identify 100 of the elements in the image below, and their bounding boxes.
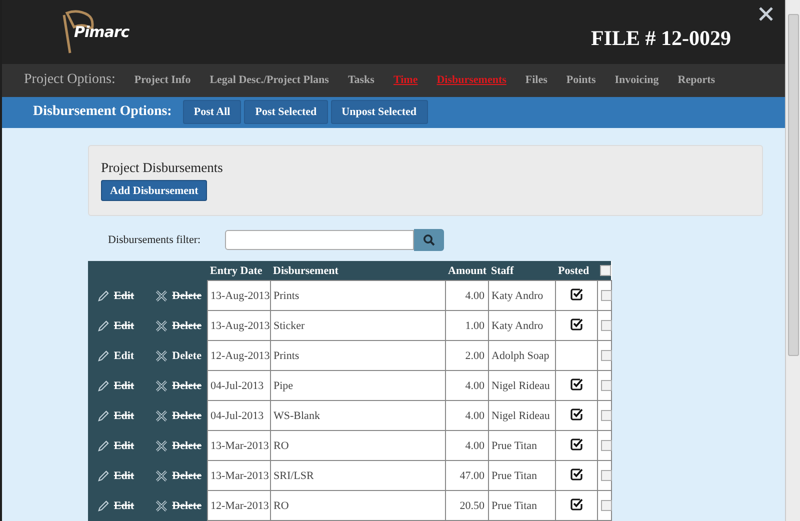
staff-cell: Prue Titan bbox=[488, 460, 555, 490]
amount-cell: 4.00 bbox=[445, 400, 488, 430]
delete-link[interactable]: Delete bbox=[172, 320, 204, 332]
staff-cell: Katy Andro bbox=[488, 280, 555, 310]
search-icon bbox=[423, 234, 435, 246]
cross-icon[interactable] bbox=[155, 318, 168, 332]
delete-link[interactable]: Delete bbox=[172, 470, 204, 482]
nav-link[interactable]: Project Info bbox=[134, 74, 191, 86]
logo-text: Pimarc bbox=[74, 23, 130, 41]
pencil-icon[interactable] bbox=[97, 438, 110, 452]
panel-title: Project Disbursements bbox=[101, 160, 223, 176]
date-cell: 04-Jul-2013 bbox=[207, 400, 270, 430]
row-checkbox[interactable] bbox=[600, 500, 612, 512]
date-cell: 12-Mar-2013 bbox=[207, 490, 270, 520]
pencil-icon[interactable] bbox=[97, 378, 110, 392]
disbursement-cell: SRI/LSR bbox=[270, 460, 445, 490]
date-cell: 04-Jul-2013 bbox=[207, 370, 270, 400]
filter-field[interactable] bbox=[225, 230, 414, 250]
disbursement-options-label: Disbursement Options: bbox=[33, 104, 172, 120]
disbursement-cell: WS-Blank bbox=[270, 400, 445, 430]
amount-cell: 47.00 bbox=[445, 460, 488, 490]
date-cell: 13-Mar-2013 bbox=[207, 430, 270, 460]
cross-icon[interactable] bbox=[155, 438, 168, 452]
nav-link[interactable]: Legal Desc./Project Plans bbox=[210, 74, 329, 86]
edit-link[interactable]: Edit bbox=[114, 290, 146, 302]
disbursement-cell: RO bbox=[270, 430, 445, 460]
cross-icon[interactable] bbox=[155, 468, 168, 482]
row-checkbox[interactable] bbox=[600, 290, 612, 302]
edit-link[interactable]: Edit bbox=[114, 320, 146, 332]
select-all-checkbox[interactable] bbox=[600, 265, 611, 276]
pencil-icon[interactable] bbox=[97, 348, 110, 362]
amount-cell: 1.00 bbox=[445, 310, 488, 340]
search-button[interactable] bbox=[414, 229, 444, 251]
column-header: Staff bbox=[488, 261, 555, 280]
edit-link[interactable]: Edit bbox=[114, 380, 146, 392]
disbursement-cell: Sticker bbox=[270, 310, 445, 340]
cross-icon[interactable] bbox=[155, 378, 168, 392]
cross-icon[interactable] bbox=[155, 408, 168, 422]
filter-label: Disbursements filter: bbox=[108, 234, 202, 246]
staff-cell: Nigel Rideau bbox=[488, 400, 555, 430]
column-header: Posted bbox=[555, 261, 597, 280]
amount-cell: 2.00 bbox=[445, 340, 488, 370]
amount-cell: 4.00 bbox=[445, 280, 488, 310]
file-title: FILE # 12-0029 bbox=[590, 26, 731, 50]
option-button[interactable]: Post All bbox=[182, 100, 242, 124]
delete-link[interactable]: Delete bbox=[172, 290, 204, 302]
date-cell: 13-Mar-2013 bbox=[207, 460, 270, 490]
delete-link[interactable]: Delete bbox=[172, 410, 204, 422]
column-header: Entry Date bbox=[207, 261, 270, 280]
row-checkbox[interactable] bbox=[600, 320, 612, 332]
edit-link[interactable]: Edit bbox=[114, 350, 146, 362]
delete-link[interactable]: Delete bbox=[172, 350, 204, 362]
staff-cell: Nigel Rideau bbox=[488, 370, 555, 400]
nav-link[interactable]: Invoicing bbox=[614, 74, 659, 86]
edit-link[interactable]: Edit bbox=[114, 410, 146, 422]
nav-link[interactable]: Points bbox=[566, 74, 596, 86]
pencil-icon[interactable] bbox=[97, 498, 110, 512]
cross-icon[interactable] bbox=[155, 498, 168, 512]
disbursement-cell: Pipe bbox=[270, 370, 445, 400]
staff-cell: Prue Titan bbox=[488, 490, 555, 520]
staff-cell: Adolph Soap bbox=[488, 340, 555, 370]
amount-cell: 4.00 bbox=[445, 370, 488, 400]
delete-link[interactable]: Delete bbox=[172, 380, 204, 392]
edit-link[interactable]: Edit bbox=[114, 440, 146, 452]
add-disbursement-button[interactable]: Add Disbursement bbox=[101, 180, 208, 201]
cross-icon[interactable] bbox=[155, 288, 168, 302]
amount-cell: 4.00 bbox=[445, 430, 488, 460]
row-checkbox[interactable] bbox=[600, 350, 612, 362]
row-checkbox[interactable] bbox=[600, 470, 612, 482]
staff-cell: Prue Titan bbox=[488, 430, 555, 460]
nav-link[interactable]: Files bbox=[525, 74, 548, 86]
delete-link[interactable]: Delete bbox=[172, 440, 204, 452]
disbursement-cell: Prints bbox=[270, 340, 445, 370]
scrollbar[interactable] bbox=[785, 0, 800, 521]
pencil-icon[interactable] bbox=[97, 468, 110, 482]
cross-icon[interactable] bbox=[155, 348, 168, 362]
nav-link[interactable]: Reports bbox=[678, 74, 716, 86]
edit-link[interactable]: Edit bbox=[114, 470, 146, 482]
row-checkbox[interactable] bbox=[600, 440, 612, 452]
row-checkbox[interactable] bbox=[600, 380, 612, 392]
disbursement-cell: Prints bbox=[270, 280, 445, 310]
project-options-label: Project Options: bbox=[24, 72, 116, 88]
close-icon[interactable] bbox=[759, 7, 773, 21]
pencil-icon[interactable] bbox=[97, 318, 110, 332]
column-header: Amount bbox=[445, 261, 488, 280]
column-header: Disbursement bbox=[270, 261, 445, 280]
edit-link[interactable]: Edit bbox=[114, 500, 146, 512]
delete-link[interactable]: Delete bbox=[172, 500, 204, 512]
pencil-icon[interactable] bbox=[97, 408, 110, 422]
option-button[interactable]: Post Selected bbox=[244, 100, 328, 124]
row-checkbox[interactable] bbox=[600, 410, 612, 422]
amount-cell: 20.50 bbox=[445, 490, 488, 520]
option-button[interactable]: Unpost Selected bbox=[330, 100, 428, 124]
pencil-icon[interactable] bbox=[97, 288, 110, 302]
date-cell: 12-Aug-2013 bbox=[207, 340, 270, 370]
staff-cell: Katy Andro bbox=[488, 310, 555, 340]
date-cell: 13-Aug-2013 bbox=[207, 280, 270, 310]
disbursement-cell: RO bbox=[270, 490, 445, 520]
nav-link[interactable]: Tasks bbox=[348, 74, 374, 86]
date-cell: 13-Aug-2013 bbox=[207, 310, 270, 340]
